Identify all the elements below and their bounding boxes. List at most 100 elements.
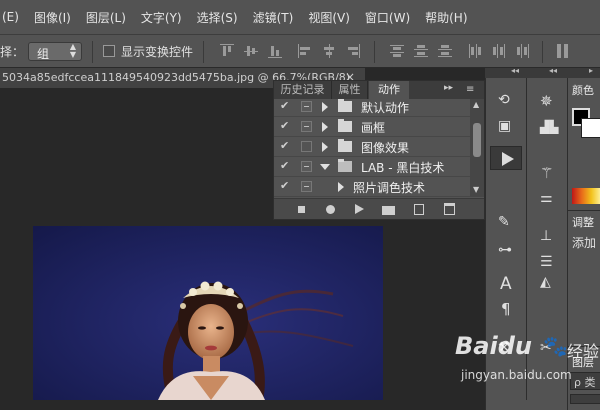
play-icon[interactable]	[355, 204, 364, 214]
history-brush-icon[interactable]: ⟲	[498, 92, 510, 108]
menu-view[interactable]: 视图(V)	[308, 9, 350, 26]
adjustments-panel-title: 调整	[572, 216, 594, 229]
scroll-down-icon[interactable]: ▼	[473, 185, 479, 194]
scroll-thumb[interactable]	[473, 123, 481, 157]
panel-collapse-icon[interactable]: ▸▸	[444, 83, 453, 93]
panel-menu-icon[interactable]: ≡	[466, 84, 474, 95]
action-set-label: LAB - 黑白技术	[361, 161, 445, 175]
action-row[interactable]: ✔ 照片调色技术	[274, 177, 470, 197]
action-set-label: 画框	[361, 121, 386, 135]
expand-dock-icon[interactable]: ▸	[589, 66, 593, 75]
menu-window[interactable]: 窗口(W)	[365, 9, 410, 26]
folder-open-icon	[338, 159, 352, 172]
watermark-logo-text: Baidu	[455, 332, 532, 360]
background-color-swatch[interactable]	[581, 118, 600, 138]
panel-scrollbar[interactable]: ▲ ▼	[470, 99, 484, 197]
scroll-up-icon[interactable]: ▲	[473, 100, 479, 109]
text-layer-icon[interactable]: ☰	[540, 254, 553, 270]
action-check-icon[interactable]: ✔	[280, 119, 289, 132]
sliders-icon[interactable]: ⚌	[540, 190, 553, 206]
menu-image[interactable]: 图像(I)	[34, 9, 71, 26]
dialog-toggle-icon[interactable]	[301, 101, 312, 112]
delete-trash-icon[interactable]	[444, 203, 455, 215]
character-panel-icon[interactable]: A	[500, 274, 512, 294]
auto-select-label: 择：	[0, 45, 25, 59]
distribute-right-icon[interactable]	[516, 44, 530, 58]
action-set-row[interactable]: ✔ 默认动作	[274, 97, 470, 117]
dialog-toggle-icon[interactable]	[301, 161, 312, 172]
show-transform-checkbox[interactable]	[103, 45, 115, 57]
cube-3d-icon[interactable]: ▣	[498, 118, 511, 134]
menu-layer[interactable]: 图层(L)	[86, 9, 126, 26]
show-transform-label: 显示变换控件	[121, 45, 194, 59]
baidu-watermark: Baidu 🐾 经验 jingyan.baidu.com	[455, 332, 600, 392]
distribute-top-icon[interactable]	[390, 44, 404, 58]
action-set-row[interactable]: ✔ 图像效果	[274, 137, 470, 157]
brush-icon[interactable]: ⚚	[540, 164, 553, 182]
options-separator	[542, 41, 543, 63]
auto-align-icon[interactable]	[556, 44, 570, 58]
menu-help[interactable]: 帮助(H)	[425, 9, 467, 26]
action-check-icon[interactable]: ✔	[280, 179, 289, 192]
paw-icon: 🐾	[543, 334, 568, 358]
auto-select-dropdown[interactable]: 组 ▲ ▼	[28, 42, 82, 61]
expand-triangle-icon[interactable]	[338, 182, 344, 192]
options-separator	[92, 41, 93, 63]
stamp-icon[interactable]: ⊥	[540, 228, 552, 244]
action-check-icon[interactable]: ✔	[280, 139, 289, 152]
action-label: 照片调色技术	[353, 181, 426, 195]
dock-header: ◂◂ ◂◂ ▸	[485, 66, 600, 78]
distribute-hcenter-icon[interactable]	[492, 44, 506, 58]
action-set-row[interactable]: ✔ 画框	[274, 117, 470, 137]
dialog-toggle-icon[interactable]	[301, 181, 312, 192]
collapse-dock-icon[interactable]: ◂◂	[549, 66, 557, 75]
distribute-left-icon[interactable]	[468, 44, 482, 58]
adjustments-add-label: 添加	[572, 236, 597, 250]
brush-presets-icon[interactable]: ✎	[498, 214, 510, 230]
menu-select[interactable]: 选择(S)	[197, 9, 238, 26]
align-hcenter-icon[interactable]	[322, 44, 336, 58]
menu-edit[interactable]: (E)	[2, 10, 19, 24]
distribute-vcenter-icon[interactable]	[414, 44, 428, 58]
expand-triangle-icon[interactable]	[322, 122, 328, 132]
collapse-triangle-icon[interactable]	[320, 164, 330, 170]
align-bottom-icon[interactable]	[268, 44, 282, 58]
histogram-icon[interactable]: ▟▙	[540, 120, 558, 134]
expand-triangle-icon[interactable]	[322, 142, 328, 152]
navigator-wheel-icon[interactable]: ✵	[540, 92, 553, 110]
action-set-row[interactable]: ✔ LAB - 黑白技术	[274, 157, 470, 177]
dialog-toggle-icon[interactable]	[301, 121, 312, 132]
layer-blend-mode-dropdown[interactable]	[570, 394, 600, 404]
align-left-icon[interactable]	[298, 44, 312, 58]
actions-panel: 历史记录 属性 动作 ▸▸ ≡ ✔ 默认动作 ✔ 画框 ✔ 图像效果 ✔ LAB…	[273, 80, 485, 220]
auto-select-value: 组	[37, 47, 50, 61]
options-separator	[203, 41, 204, 63]
menu-bar: (E) 图像(I) 图层(L) 文字(Y) 选择(S) 滤镜(T) 视图(V) …	[0, 0, 600, 34]
play-actions-button[interactable]	[490, 146, 522, 170]
action-check-icon[interactable]: ✔	[280, 99, 289, 112]
action-set-label: 图像效果	[361, 141, 410, 155]
dropdown-stepper-icon: ▲ ▼	[69, 42, 76, 59]
action-check-icon[interactable]: ✔	[280, 159, 289, 172]
distribute-bottom-icon[interactable]	[438, 44, 452, 58]
panel-divider	[568, 210, 600, 211]
color-spectrum-bar[interactable]	[572, 188, 600, 204]
paragraph-panel-icon[interactable]: ¶	[501, 300, 511, 318]
clone-source-icon[interactable]: ⊶	[498, 242, 512, 258]
menu-filter[interactable]: 滤镜(T)	[253, 9, 294, 26]
align-right-icon[interactable]	[346, 44, 360, 58]
menu-type[interactable]: 文字(Y)	[141, 9, 182, 26]
new-action-icon[interactable]	[414, 204, 424, 215]
expand-triangle-icon[interactable]	[322, 102, 328, 112]
new-set-folder-icon[interactable]	[382, 206, 395, 215]
align-top-icon[interactable]	[220, 44, 234, 58]
adjustment-layer-icon[interactable]: ◭	[540, 274, 551, 290]
watermark-suffix: 经验	[567, 342, 600, 361]
record-icon[interactable]	[326, 205, 335, 214]
collapse-dock-icon[interactable]: ◂◂	[511, 66, 519, 75]
stop-icon[interactable]	[298, 206, 305, 213]
align-vcenter-icon[interactable]	[244, 44, 258, 58]
dialog-toggle-icon[interactable]	[301, 141, 312, 152]
folder-icon	[338, 139, 352, 152]
document-photo	[33, 226, 383, 400]
